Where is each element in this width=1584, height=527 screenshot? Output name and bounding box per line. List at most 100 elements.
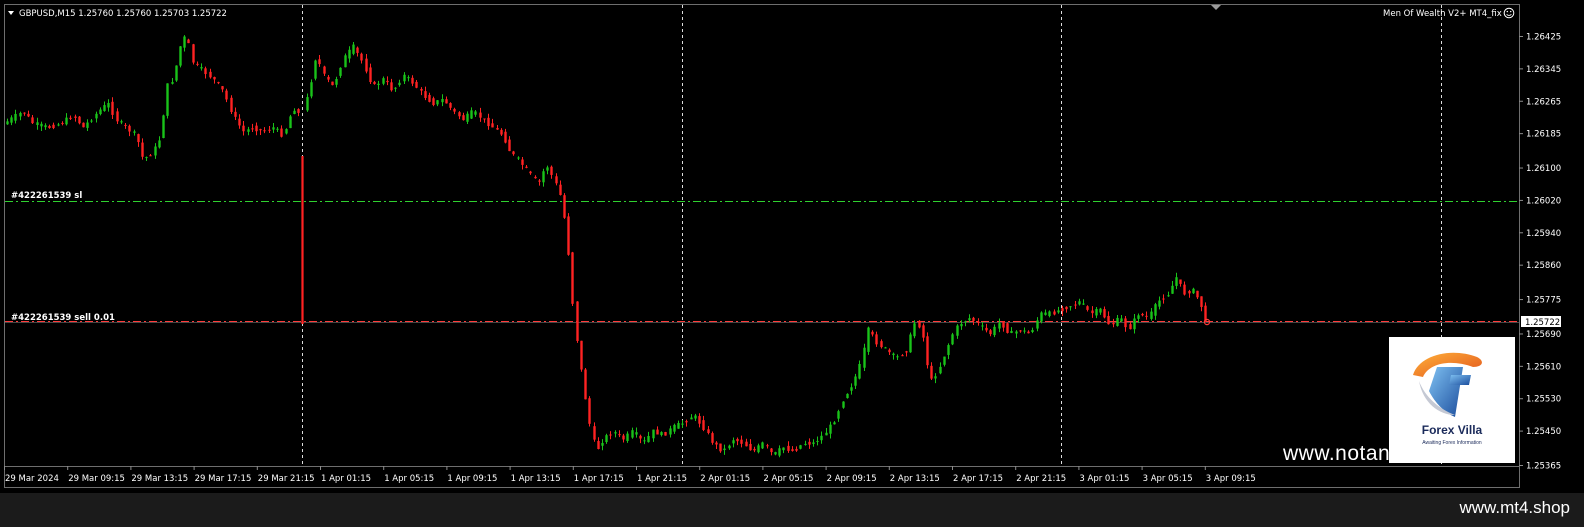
candle-body [517, 157, 520, 159]
candle-body [538, 180, 541, 182]
candle-body [1133, 318, 1136, 330]
candle-body [420, 88, 423, 91]
candle-body [770, 448, 773, 453]
candle-body [6, 121, 9, 125]
candle-body [782, 447, 785, 451]
candle-body [1167, 295, 1170, 297]
candle-body [550, 166, 553, 175]
symbol-dropdown-icon[interactable] [8, 11, 14, 15]
candle-body [934, 376, 937, 379]
candle-body [331, 81, 334, 86]
price-tick-label: 1.26185 [1526, 130, 1561, 140]
candle-body [149, 155, 152, 157]
price-tick-label: 1.25860 [1526, 261, 1561, 271]
price-tick-label: 1.25365 [1526, 462, 1561, 472]
candle-body [728, 445, 731, 449]
candle-body [344, 55, 347, 68]
candle-body [766, 445, 769, 447]
candle-body [14, 113, 17, 121]
candle-body [242, 125, 245, 132]
candle-body [504, 131, 507, 143]
candle-body [690, 417, 693, 420]
candle-body [943, 356, 946, 365]
candle-body [1040, 312, 1043, 322]
candle-body [622, 435, 625, 440]
candle-body [555, 176, 558, 184]
candle-body [1188, 290, 1191, 294]
candle-body [702, 420, 705, 430]
candle-body [462, 115, 465, 121]
candle-body [1141, 313, 1144, 316]
candle-body [356, 47, 359, 53]
candle-body [597, 441, 600, 449]
candle-body [977, 321, 980, 324]
candle-body [10, 117, 13, 123]
indicator-name: Men Of Wealth V2+ MT4_fix [1383, 9, 1502, 19]
candle-body [1103, 309, 1106, 318]
candle-body [820, 435, 823, 441]
candle-body [1175, 277, 1178, 286]
candle-body [27, 113, 30, 117]
shift-marker-icon[interactable] [1211, 5, 1221, 10]
time-tick-label: 3 Apr 09:15 [1206, 474, 1256, 484]
candle-body [217, 82, 220, 84]
candle-body [449, 103, 452, 108]
candle-body [669, 428, 672, 435]
candle-body [905, 351, 908, 353]
candle-body [453, 108, 456, 112]
candle-body [880, 341, 883, 348]
candle-body [681, 423, 684, 425]
candle-body [432, 98, 435, 106]
candle-body [19, 112, 22, 117]
candle-body [1112, 322, 1115, 325]
candle-body [534, 176, 537, 179]
candle-body [352, 44, 355, 54]
candle-body [221, 86, 224, 90]
candle-body [314, 60, 317, 79]
candle-body [867, 327, 870, 352]
candle-body [901, 355, 904, 357]
candle-body [521, 159, 524, 165]
candle-body [584, 369, 587, 400]
candle-body [698, 416, 701, 424]
candle-body [323, 66, 326, 74]
candle-body [1162, 298, 1165, 300]
day-separator-grid [302, 5, 1442, 466]
candle-body [171, 82, 174, 84]
candle-body [95, 113, 98, 119]
time-tick-label: 29 Mar 13:15 [131, 474, 188, 484]
candle-body [652, 429, 655, 439]
candle-body [474, 111, 477, 115]
candle-body [567, 216, 570, 255]
candle-body [247, 129, 250, 132]
candle-body [69, 117, 72, 119]
candle-body [546, 167, 549, 171]
price-tick-label: 1.25610 [1526, 362, 1561, 372]
candle-body [1023, 330, 1026, 332]
candle-body [525, 166, 528, 168]
candle-body [795, 448, 798, 451]
candle-body [1044, 312, 1047, 315]
candle-body [154, 146, 157, 156]
candle-body [78, 116, 81, 124]
candle-body [466, 113, 469, 122]
candle-body [31, 117, 34, 124]
candle-body [1196, 290, 1199, 298]
candle-body [57, 124, 60, 126]
candle-body [213, 76, 216, 80]
sell-order-label: #422261539 sell 0.01 [11, 313, 115, 323]
candle-body [470, 110, 473, 119]
candle-body [1150, 311, 1153, 319]
candle-body [846, 393, 849, 399]
candle-body [913, 323, 916, 337]
candle-body [588, 398, 591, 424]
candle-body [128, 125, 131, 132]
candle-body [90, 120, 93, 122]
candle-body [808, 441, 811, 445]
candle-body [1019, 330, 1022, 332]
candle-body [377, 83, 380, 85]
candle-body [398, 82, 401, 86]
candle-body [989, 330, 992, 335]
time-tick-label: 2 Apr 09:15 [827, 474, 877, 484]
time-tick-label: 1 Apr 09:15 [447, 474, 497, 484]
